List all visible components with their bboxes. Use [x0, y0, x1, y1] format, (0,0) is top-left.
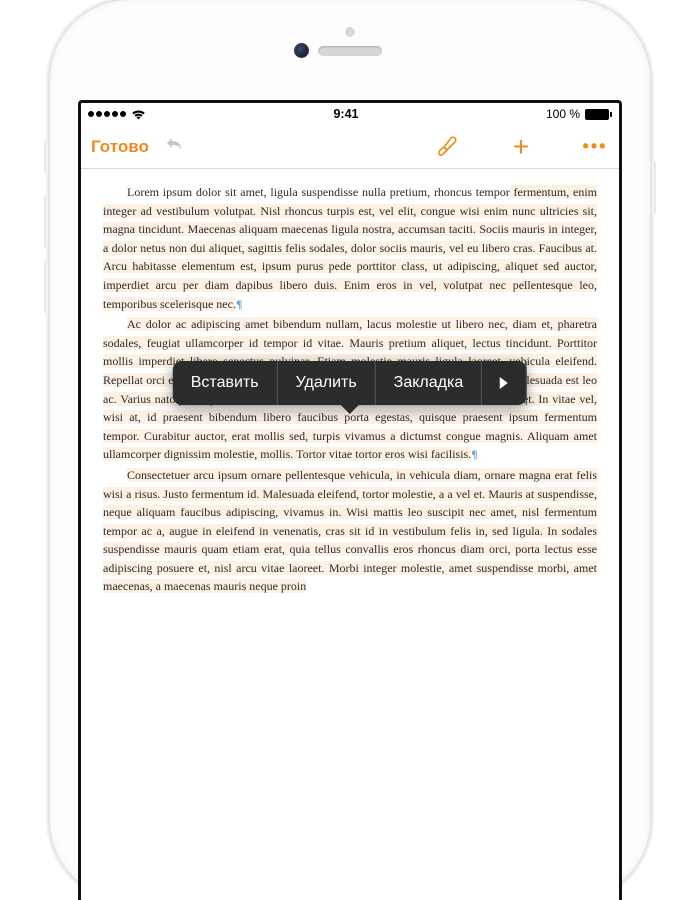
- menu-delete[interactable]: Удалить: [278, 361, 376, 405]
- status-time: 9:41: [333, 107, 358, 121]
- menu-more[interactable]: [482, 361, 527, 405]
- paragraph-1[interactable]: Lorem ipsum dolor sit amet, ligula suspe…: [103, 183, 597, 313]
- menu-bookmark[interactable]: Закладка: [376, 361, 483, 405]
- add-button[interactable]: +: [507, 133, 535, 161]
- speaker-grille: [318, 46, 382, 56]
- menu-pointer: [340, 404, 360, 414]
- status-right: 100 %: [546, 107, 612, 121]
- front-camera: [294, 43, 309, 58]
- document-body[interactable]: Lorem ipsum dolor sit amet, ligula suspe…: [81, 169, 619, 596]
- wifi-icon: [131, 109, 146, 120]
- screen: 9:41 100 % Готово: [78, 100, 622, 900]
- toolbar: Готово + •••: [81, 125, 619, 169]
- more-button[interactable]: •••: [581, 136, 609, 157]
- done-button[interactable]: Готово: [91, 137, 149, 157]
- menu-paste[interactable]: Вставить: [173, 361, 278, 405]
- phone-body: 9:41 100 % Готово: [50, 0, 650, 900]
- p1-lead: Lorem ipsum dolor sit amet, ligula suspe…: [127, 185, 510, 199]
- chevron-right-icon: [498, 376, 510, 390]
- pilcrow-icon: ¶: [471, 447, 477, 461]
- battery-percent: 100 %: [546, 107, 580, 121]
- signal-strength-icon: [88, 111, 126, 117]
- p3-highlight: Consectetuer arcu ipsum ornare pellentes…: [103, 468, 597, 594]
- p1-highlight: fermentum, enim integer ad vestibulum vo…: [103, 185, 597, 311]
- pilcrow-icon: ¶: [236, 297, 242, 311]
- paragraph-3[interactable]: Consectetuer arcu ipsum ornare pellentes…: [103, 466, 597, 596]
- battery-icon: [585, 109, 612, 120]
- context-menu: Вставить Удалить Закладка: [173, 361, 527, 405]
- proximity-sensor: [345, 27, 355, 37]
- status-bar: 9:41 100 %: [81, 103, 619, 125]
- status-left: [88, 109, 146, 120]
- power-button[interactable]: [650, 160, 656, 214]
- undo-button[interactable]: [163, 134, 185, 159]
- format-brush-button[interactable]: [433, 135, 461, 159]
